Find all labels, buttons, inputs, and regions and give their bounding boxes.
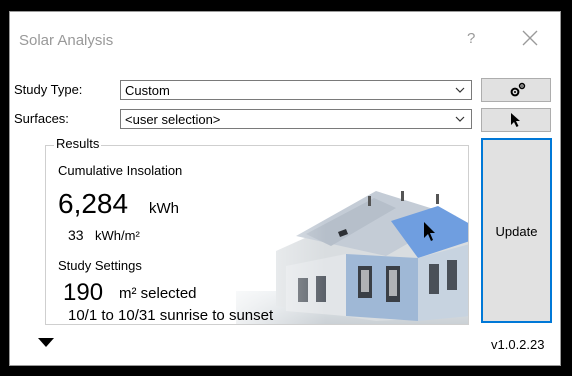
- select-surfaces-button[interactable]: [481, 108, 551, 132]
- surfaces-value: <user selection>: [125, 112, 221, 127]
- update-button[interactable]: Update: [481, 138, 552, 323]
- surfaces-label: Surfaces:: [14, 111, 69, 126]
- per-area-unit: kWh/m²: [95, 228, 140, 243]
- surfaces-combo[interactable]: <user selection>: [120, 109, 472, 129]
- chevron-down-icon: [455, 87, 465, 93]
- analysis-period: 10/1 to 10/31 sunrise to sunset: [68, 307, 274, 324]
- gears-icon: [510, 82, 526, 97]
- selected-area-value: 190: [63, 279, 104, 306]
- results-legend: Results: [54, 136, 102, 151]
- cumulative-insolation-label: Cumulative Insolation: [58, 163, 183, 178]
- study-type-value: Custom: [125, 83, 170, 98]
- cursor-arrow-icon: [511, 113, 520, 127]
- study-settings-button[interactable]: [481, 78, 551, 102]
- update-button-label: Update: [495, 224, 538, 239]
- study-type-label: Study Type:: [14, 82, 83, 97]
- chevron-down-icon: [455, 116, 465, 122]
- total-insolation-unit: kWh: [149, 200, 179, 217]
- help-button[interactable]: ?: [467, 30, 475, 47]
- study-settings-label: Study Settings: [58, 258, 142, 273]
- close-button[interactable]: [515, 24, 545, 52]
- title-bar: Solar Analysis ?: [10, 12, 560, 72]
- window-title: Solar Analysis: [19, 32, 114, 49]
- results-group: Cumulative Insolation 6,284 kWh 33 kWh/m…: [45, 145, 469, 325]
- close-icon: [522, 30, 538, 46]
- total-insolation-value: 6,284: [58, 188, 129, 219]
- version-label: v1.0.2.23: [491, 337, 545, 352]
- selected-area-unit: m² selected: [119, 285, 197, 302]
- triangle-down-icon[interactable]: [37, 337, 55, 349]
- study-type-combo[interactable]: Custom: [120, 80, 472, 100]
- solar-analysis-dialog: Solar Analysis ? Study Type: Custom Surf…: [9, 11, 561, 366]
- per-area-value: 33: [68, 227, 84, 243]
